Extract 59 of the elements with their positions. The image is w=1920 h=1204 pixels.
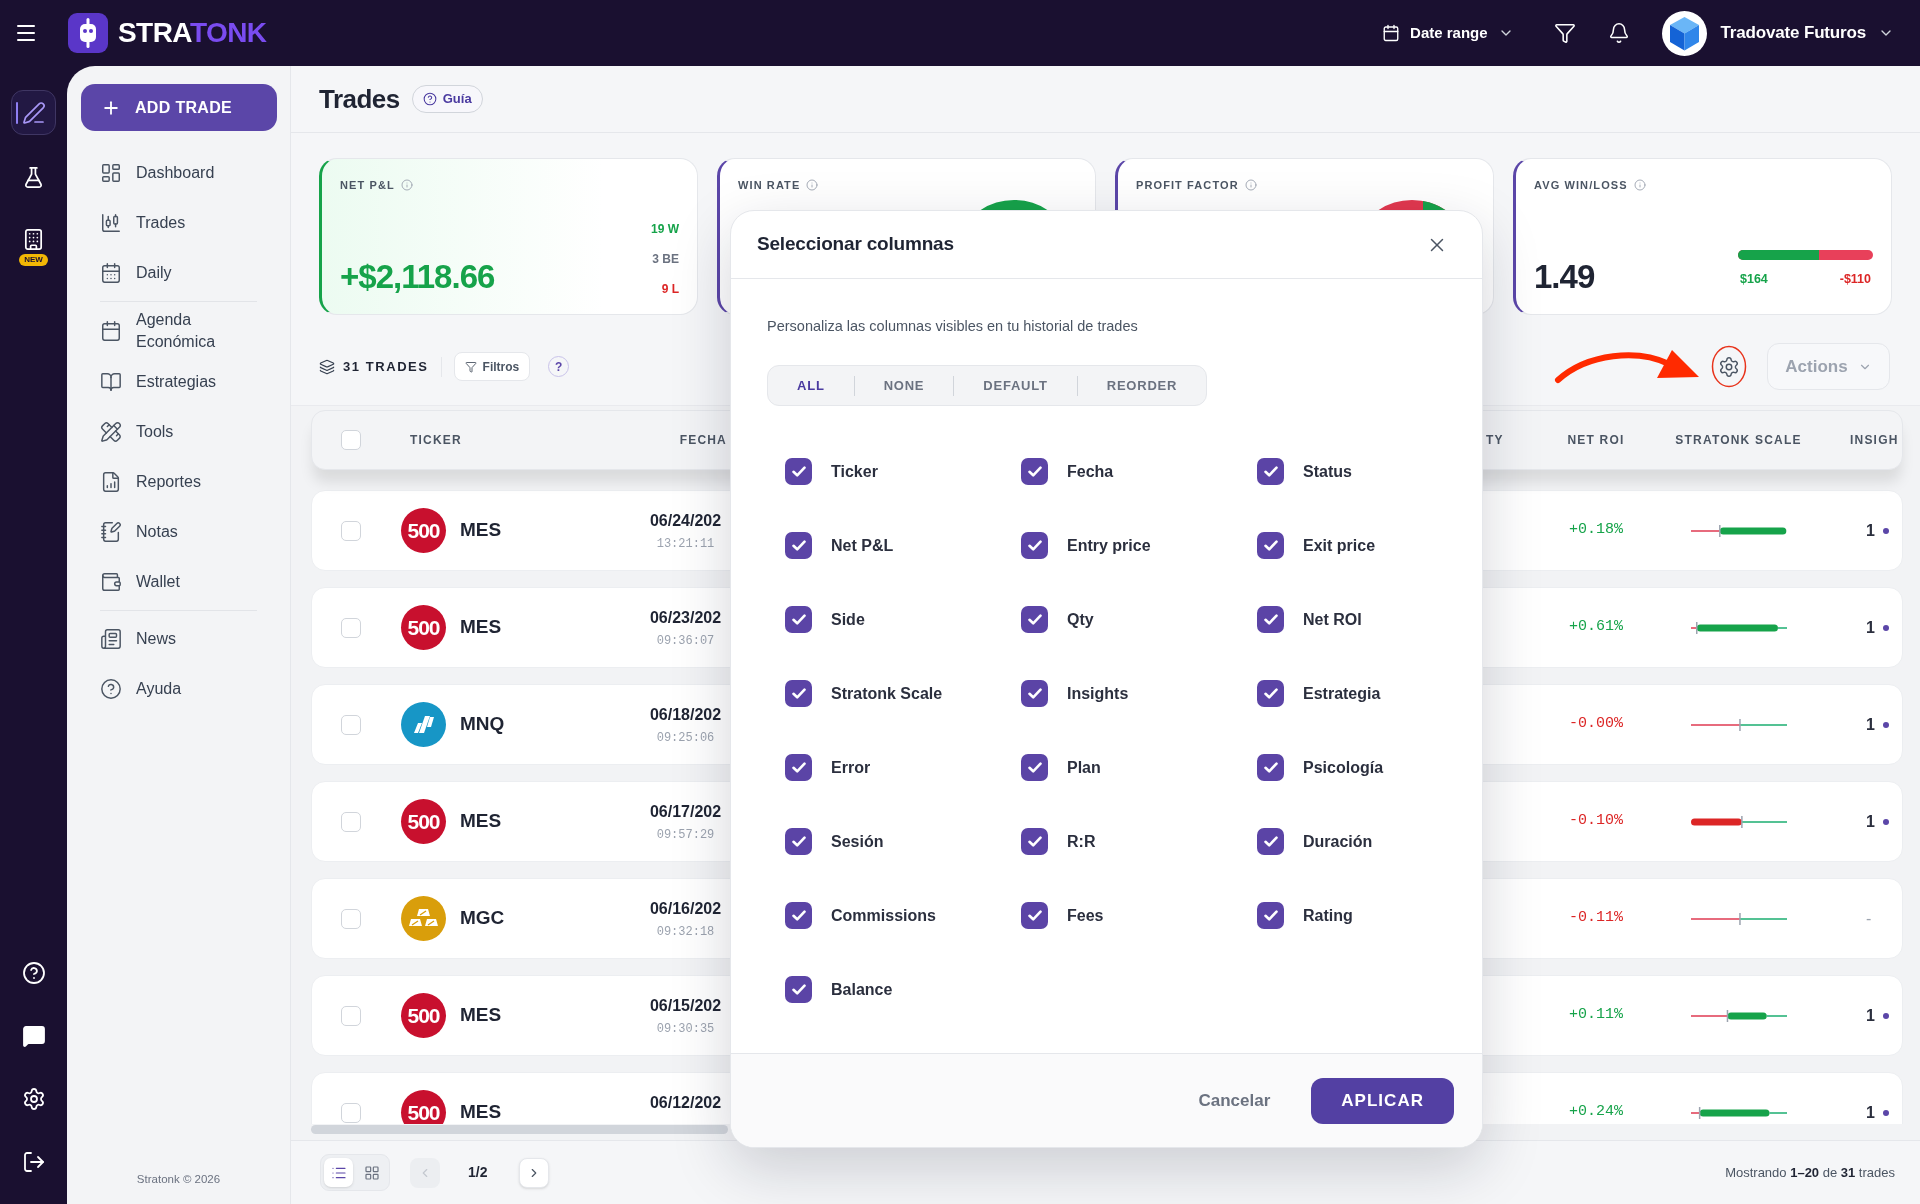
trade-time: 09:36:07 — [656, 633, 715, 649]
ticker-logo: 500 — [401, 799, 446, 844]
trade-time: 09:25:06 — [656, 730, 715, 746]
ticker-symbol: MNQ — [460, 712, 505, 737]
net-roi-value: +0.24% — [1569, 1102, 1623, 1123]
insight-count: 1 — [1866, 714, 1875, 735]
trade-count: 31 TRADES — [343, 357, 429, 376]
stat-label: PROFIT FACTOR — [1136, 178, 1239, 192]
ticker-symbol: MES — [460, 518, 502, 543]
stat-value: +$2,118.66 — [340, 257, 495, 297]
trade-date: 06/12/202 — [649, 1093, 722, 1113]
net-roi-value: -0.11% — [1569, 908, 1623, 929]
trade-date: 06/17/202 — [649, 802, 722, 822]
stat-label: NET P&L — [340, 178, 395, 192]
ticker-symbol: MES — [460, 1003, 502, 1028]
brand-name: STRATONK — [118, 19, 267, 47]
ticker-logo: 500 — [401, 993, 446, 1038]
trade-time: 09:30:35 — [656, 1021, 715, 1037]
outcome-count: 3 BE — [652, 251, 679, 267]
average-loss: -$110 — [1839, 271, 1871, 287]
page-indicator: 1/2 — [468, 1163, 488, 1182]
trade-time: 09:32:18 — [656, 924, 715, 940]
trade-date: 06/23/202 — [649, 608, 722, 628]
net-roi-value: +0.61% — [1569, 617, 1623, 638]
insight-count: 1 — [1866, 520, 1875, 541]
net-roi-value: -0.10% — [1569, 811, 1623, 832]
net-roi-value: -0.00% — [1569, 714, 1623, 735]
ticker-logo: 500 — [401, 508, 446, 553]
ticker-logo: 500 — [401, 605, 446, 650]
trade-date: 06/24/202 — [649, 511, 722, 531]
trade-time: 13:21:11 — [656, 536, 715, 552]
ticker-symbol: MES — [460, 615, 502, 640]
ticker-symbol: MES — [460, 809, 502, 834]
outcome-count: 19 W — [651, 221, 679, 237]
trade-date: 06/15/202 — [649, 996, 722, 1016]
ticker-symbol: MES — [460, 1100, 502, 1124]
insight-count: - — [1866, 908, 1872, 929]
stat-value: 1.49 — [1534, 257, 1595, 297]
trade-date: 06/16/202 — [649, 899, 722, 919]
dialog-description: Personaliza las columnas visibles en tu historial de trades — [767, 317, 1138, 336]
page-title: Trades — [319, 82, 400, 116]
copyright-text: Stratonk © 2026 — [136, 1171, 221, 1187]
new-badge: NEW — [19, 254, 48, 266]
trade-time: 09:57:29 — [656, 827, 715, 843]
net-roi-value: +0.18% — [1569, 520, 1623, 541]
outcome-count: 9 L — [661, 281, 679, 297]
dialog-title: Seleccionar columnas — [757, 232, 954, 257]
insight-count: 1 — [1866, 1005, 1875, 1026]
stat-label: WIN RATE — [738, 178, 801, 192]
ticker-logo: 500 — [401, 1090, 446, 1124]
insight-count: 1 — [1866, 1102, 1875, 1123]
net-roi-value: +0.11% — [1569, 1005, 1623, 1026]
trade-date: 06/18/202 — [649, 705, 722, 725]
stat-label: AVG WIN/LOSS — [1534, 178, 1628, 192]
average-win: $164 — [1740, 271, 1768, 287]
insight-count: 1 — [1866, 617, 1875, 638]
insight-count: 1 — [1866, 811, 1875, 832]
results-summary: Mostrando 1–20 de 31 trades — [1725, 1163, 1895, 1182]
ticker-symbol: MGC — [460, 906, 505, 931]
